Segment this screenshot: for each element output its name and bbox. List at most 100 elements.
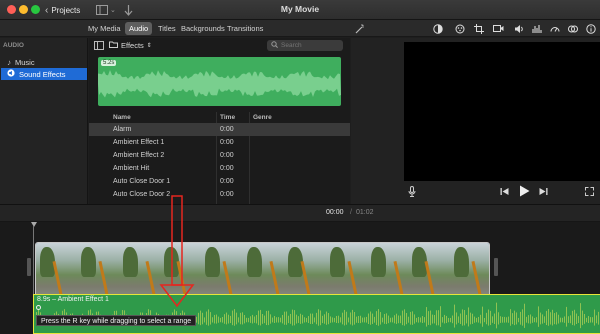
waveform-bar <box>394 315 395 324</box>
microphone-icon[interactable] <box>407 184 417 198</box>
waveform-bar <box>462 309 463 326</box>
speed-icon[interactable] <box>549 23 560 34</box>
audio-clip[interactable]: 8.9s – Ambient Effect 1 <box>33 294 600 334</box>
table-row[interactable]: Auto Close Door 1 0:00 <box>89 175 350 188</box>
waveform-bar <box>536 317 537 323</box>
noise-eq-icon[interactable] <box>531 23 542 34</box>
waveform-bar <box>596 315 597 324</box>
sidebar-item-music[interactable]: ♪ Music <box>1 56 87 68</box>
media-tab-bar: My Media Audio Titles Backgrounds Transi… <box>0 20 350 37</box>
thumbnail-pole-shape <box>269 261 280 295</box>
waveform-bar <box>374 316 375 323</box>
waveform-bar <box>218 316 219 323</box>
library-toggle-icon[interactable]: ⌄ <box>96 3 116 17</box>
zoom-window-button[interactable] <box>31 5 40 14</box>
tab-transitions[interactable]: Transitions <box>223 22 267 35</box>
waveform-bar <box>528 315 529 324</box>
waveform-bar <box>268 310 269 326</box>
waveform-bar <box>206 311 207 325</box>
waveform-bar <box>338 315 339 324</box>
waveform-bar <box>278 317 279 323</box>
waveform-bar <box>452 315 453 324</box>
projects-back-button[interactable]: ‹ Projects <box>45 3 80 17</box>
tab-titles[interactable]: Titles <box>154 22 180 35</box>
timeline-header: 00:00 / 01:02 <box>0 204 600 222</box>
tab-audio[interactable]: Audio <box>125 22 153 35</box>
waveform-bar <box>344 309 345 326</box>
column-header-genre[interactable]: Genre <box>253 112 272 123</box>
clip-marker-icon <box>36 305 41 310</box>
volume-icon[interactable] <box>513 23 524 34</box>
waveform-bar <box>486 312 487 325</box>
waveform-bar <box>380 312 381 325</box>
skip-back-button[interactable] <box>498 184 510 198</box>
clip-trim-handle-right[interactable] <box>494 258 498 276</box>
row-time: 0:00 <box>220 139 234 146</box>
search-field[interactable] <box>267 40 343 51</box>
minimize-window-button[interactable] <box>19 5 28 14</box>
search-input[interactable] <box>281 42 337 49</box>
thumbnail-pole-shape <box>471 261 482 295</box>
table-row[interactable]: Auto Close Door 2 0:00 <box>89 188 350 201</box>
browser-toolbar: Effects ⇕ <box>89 38 350 53</box>
waveform-bar <box>446 315 447 324</box>
filter-icon[interactable] <box>567 23 578 34</box>
waveform-bar <box>478 316 479 323</box>
play-button[interactable] <box>517 184 531 198</box>
waveform-bar <box>290 313 291 324</box>
waveform-bar <box>318 309 319 326</box>
waveform-bar <box>270 314 271 324</box>
waveform-bar <box>442 317 443 323</box>
thumbnail-pole-shape <box>52 261 63 295</box>
tab-my-media[interactable]: My Media <box>84 22 125 35</box>
table-row[interactable]: Alarm 0:00 <box>89 123 350 136</box>
camera-stabilize-icon[interactable] <box>493 23 504 34</box>
waveform-bar <box>484 317 485 323</box>
video-thumbnail <box>242 243 285 301</box>
waveform-bar <box>518 317 519 323</box>
waveform-bar <box>564 316 565 323</box>
playhead-marker-icon[interactable] <box>31 222 37 227</box>
waveform-bar <box>248 317 249 323</box>
source-select-label: Effects <box>121 41 144 50</box>
waveform-preview[interactable]: 5.2s <box>98 57 341 106</box>
info-icon[interactable] <box>585 23 596 34</box>
crop-icon[interactable] <box>473 23 484 34</box>
fullscreen-icon[interactable] <box>583 184 595 198</box>
thumbnail-tree-shape <box>370 247 386 277</box>
waveform-bar <box>420 317 421 323</box>
waveform-bar <box>498 312 499 325</box>
source-select[interactable]: Effects ⇕ <box>109 40 152 51</box>
color-correction-icon[interactable] <box>454 23 465 34</box>
waveform-bar <box>370 311 371 325</box>
table-row[interactable]: Ambient Hit 0:00 <box>89 162 350 175</box>
waveform-bar <box>428 311 429 325</box>
waveform-bar <box>482 306 483 327</box>
waveform-bar <box>580 303 581 329</box>
folder-icon <box>109 41 118 50</box>
thumbnail-pole-shape <box>347 261 358 295</box>
viewer-screen[interactable] <box>404 42 600 181</box>
tab-backgrounds[interactable]: Backgrounds <box>177 22 229 35</box>
waveform-bar <box>300 313 301 324</box>
sidebar-toggle-icon[interactable] <box>94 41 104 52</box>
thumbnail-pole-shape <box>176 261 187 295</box>
thumbnail-tree-shape <box>205 247 221 277</box>
waveform-bar <box>472 313 473 324</box>
color-balance-icon[interactable] <box>432 23 443 34</box>
waveform-bar <box>512 313 513 325</box>
waveform-bar <box>438 310 439 326</box>
column-header-time[interactable]: Time <box>220 112 235 123</box>
waveform-bar <box>232 310 233 326</box>
clip-trim-handle-left[interactable] <box>27 258 31 276</box>
close-window-button[interactable] <box>7 5 16 14</box>
column-header-name[interactable]: Name <box>113 112 131 123</box>
sidebar-item-sound-effects[interactable]: Sound Effects <box>1 68 87 80</box>
waveform-bar <box>476 317 477 323</box>
table-row[interactable]: Ambient Effect 1 0:00 <box>89 136 350 149</box>
table-row[interactable]: Ambient Effect 2 0:00 <box>89 149 350 162</box>
skip-forward-button[interactable] <box>537 184 549 198</box>
waveform-bar <box>220 317 221 323</box>
import-arrow-icon[interactable] <box>124 3 133 17</box>
magic-wand-icon[interactable] <box>354 23 365 34</box>
